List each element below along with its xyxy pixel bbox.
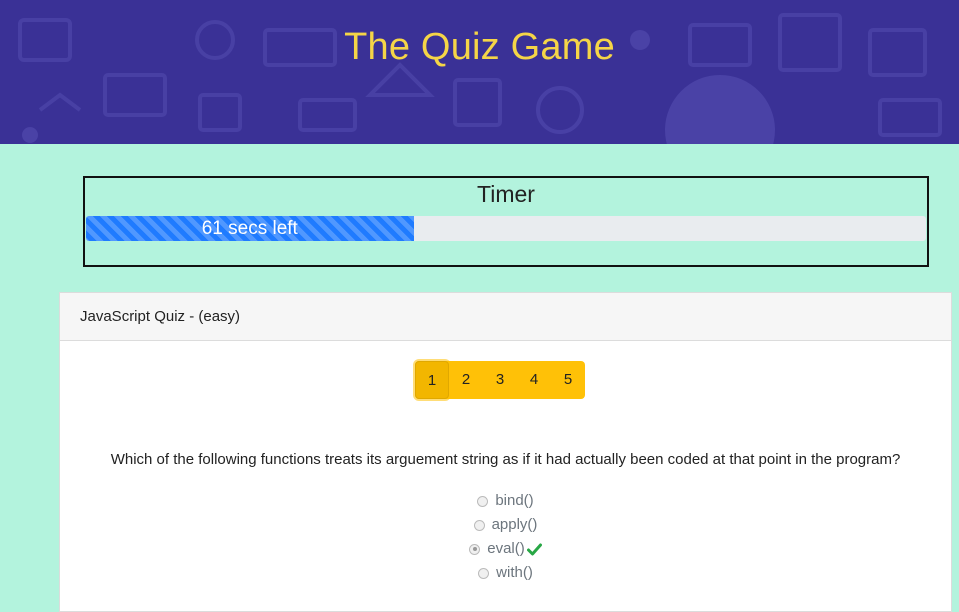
answer-radio[interactable]: [478, 567, 490, 579]
timer-panel: Timer 61 secs left: [83, 176, 929, 267]
timer-progress-fill: 61 secs left: [86, 216, 414, 241]
answer-label: eval(): [487, 540, 525, 557]
quiz-title: JavaScript Quiz - (easy): [60, 293, 951, 341]
page-button-4[interactable]: 4: [517, 361, 551, 399]
timer-progress-bar: 61 secs left: [86, 216, 926, 241]
timer-title: Timer: [477, 181, 535, 207]
answer-radio[interactable]: [477, 495, 489, 507]
answer-option[interactable]: with(): [478, 561, 533, 585]
quiz-card: JavaScript Quiz - (easy) 12345 Which of …: [59, 292, 952, 612]
answer-label: apply(): [491, 516, 538, 533]
answer-radio[interactable]: [473, 519, 485, 531]
answer-radio[interactable]: [469, 543, 481, 555]
answer-option[interactable]: bind(): [477, 489, 534, 513]
page-button-2[interactable]: 2: [449, 361, 483, 399]
header-banner: The Quiz Game: [0, 0, 959, 144]
question-text: Which of the following functions treats …: [110, 451, 901, 468]
answer-option[interactable]: apply(): [473, 513, 538, 537]
page-title: The Quiz Game: [344, 26, 615, 68]
check-icon: [526, 543, 542, 556]
page-button-1[interactable]: 1: [415, 361, 449, 399]
question-pagination: 12345: [415, 361, 585, 399]
answer-option[interactable]: eval(): [469, 537, 542, 561]
answer-label: with(): [496, 564, 533, 581]
page-button-5[interactable]: 5: [551, 361, 585, 399]
doodle-background: [18, 13, 942, 144]
answer-label: bind(): [495, 492, 534, 509]
answer-options: bind() apply() eval() with(): [60, 489, 951, 585]
page-button-3[interactable]: 3: [483, 361, 517, 399]
